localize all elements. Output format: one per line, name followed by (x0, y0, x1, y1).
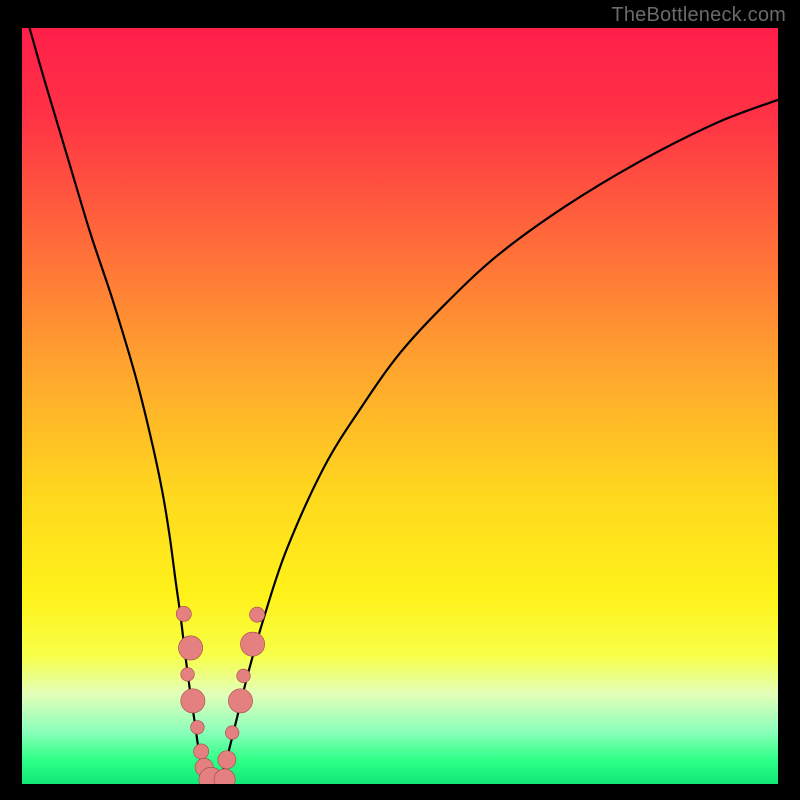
data-marker (181, 668, 195, 682)
data-marker (240, 632, 264, 656)
data-marker (225, 726, 239, 740)
data-marker (218, 751, 236, 769)
data-marker (181, 689, 205, 713)
data-marker (191, 721, 205, 735)
plot-frame (22, 28, 778, 784)
gradient-background (22, 28, 778, 784)
chart-svg (22, 28, 778, 784)
data-marker (237, 669, 251, 683)
data-marker (194, 744, 209, 759)
data-marker (176, 606, 191, 621)
chart-root: TheBottleneck.com (0, 0, 800, 800)
watermark-text: TheBottleneck.com (611, 4, 786, 27)
data-marker (250, 607, 265, 622)
data-marker (178, 636, 202, 660)
data-marker (228, 689, 252, 713)
